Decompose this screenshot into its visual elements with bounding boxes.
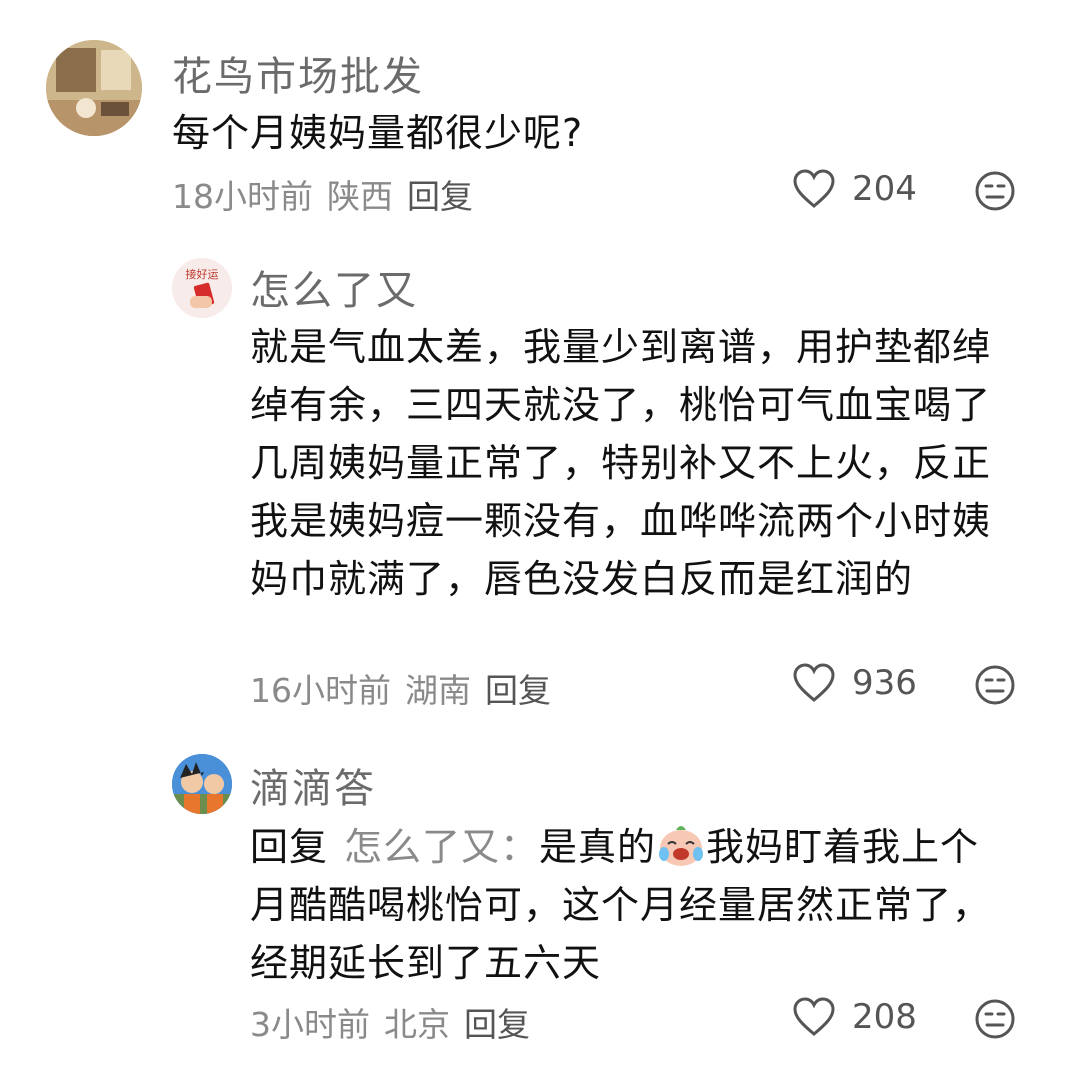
timestamp: 16小时前 bbox=[250, 671, 391, 710]
like-count: 208 bbox=[852, 997, 917, 1037]
dislike-button[interactable] bbox=[974, 664, 1016, 710]
like-button[interactable]: 936 bbox=[792, 662, 917, 704]
heart-icon bbox=[793, 169, 835, 208]
comment-text: 回复 怎么了又：是真的 我妈盯着我上个月酷酷喝桃怡可，这个月经量居然正常了，经期延… bbox=[250, 818, 1010, 992]
comment-meta: 16小时前 湖南 回复 bbox=[250, 664, 565, 712]
location: 陕西 bbox=[327, 177, 393, 216]
avatar[interactable]: 接好运 bbox=[172, 258, 232, 318]
comment: 花鸟市场批发 每个月姨妈量都很少呢? 18小时前 陕西 回复 204 bbox=[0, 0, 1080, 230]
dislike-button[interactable] bbox=[974, 170, 1016, 216]
comment-text: 就是气血太差，我量少到离谱，用护垫都绰绰有余，三四天就没了，桃怡可气血宝喝了几周… bbox=[250, 325, 992, 601]
timestamp: 18小时前 bbox=[172, 177, 313, 216]
reply-comment: 接好运 怎么了又 就是气血太差，我量少到离谱，用护垫都绰绰有余，三四天就没了，桃… bbox=[0, 230, 1080, 730]
reply-button[interactable]: 回复 bbox=[407, 177, 473, 216]
neutral-face-icon bbox=[975, 665, 1015, 705]
comment-text: 每个月姨妈量都很少呢? bbox=[172, 111, 584, 155]
like-button[interactable]: 208 bbox=[792, 996, 917, 1038]
avatar-text: 接好运 bbox=[186, 267, 219, 281]
heart-icon bbox=[793, 663, 835, 702]
reply-button[interactable]: 回复 bbox=[485, 671, 551, 710]
comment-text-part: 是真的 bbox=[539, 825, 657, 869]
like-count: 936 bbox=[852, 663, 917, 703]
like-button[interactable]: 204 bbox=[792, 168, 917, 210]
reply-target-user[interactable]: 怎么了又： bbox=[344, 825, 539, 869]
timestamp: 3小时前 bbox=[250, 1005, 370, 1044]
reply-comment: 滴滴答 回复 怎么了又：是真的 我妈盯着我上个月酷酷喝桃怡可，这个月经量居然正常了… bbox=[0, 730, 1080, 1077]
crying-laughing-emoji bbox=[656, 822, 706, 868]
like-count: 204 bbox=[852, 169, 917, 209]
username[interactable]: 滴滴答 bbox=[250, 756, 376, 814]
neutral-face-icon bbox=[975, 171, 1015, 211]
avatar[interactable] bbox=[46, 40, 142, 136]
username[interactable]: 怎么了又 bbox=[250, 258, 418, 316]
reply-button[interactable]: 回复 bbox=[464, 1005, 530, 1044]
location: 北京 bbox=[384, 1005, 450, 1044]
dislike-button[interactable] bbox=[974, 998, 1016, 1044]
avatar[interactable] bbox=[172, 754, 232, 814]
location: 湖南 bbox=[405, 671, 471, 710]
comment-meta: 18小时前 陕西 回复 bbox=[172, 170, 487, 218]
comment-meta: 3小时前 北京 回复 bbox=[250, 998, 544, 1046]
reply-prefix: 回复 bbox=[250, 825, 329, 869]
username[interactable]: 花鸟市场批发 bbox=[172, 44, 424, 102]
neutral-face-icon bbox=[975, 999, 1015, 1039]
heart-icon bbox=[793, 997, 835, 1036]
